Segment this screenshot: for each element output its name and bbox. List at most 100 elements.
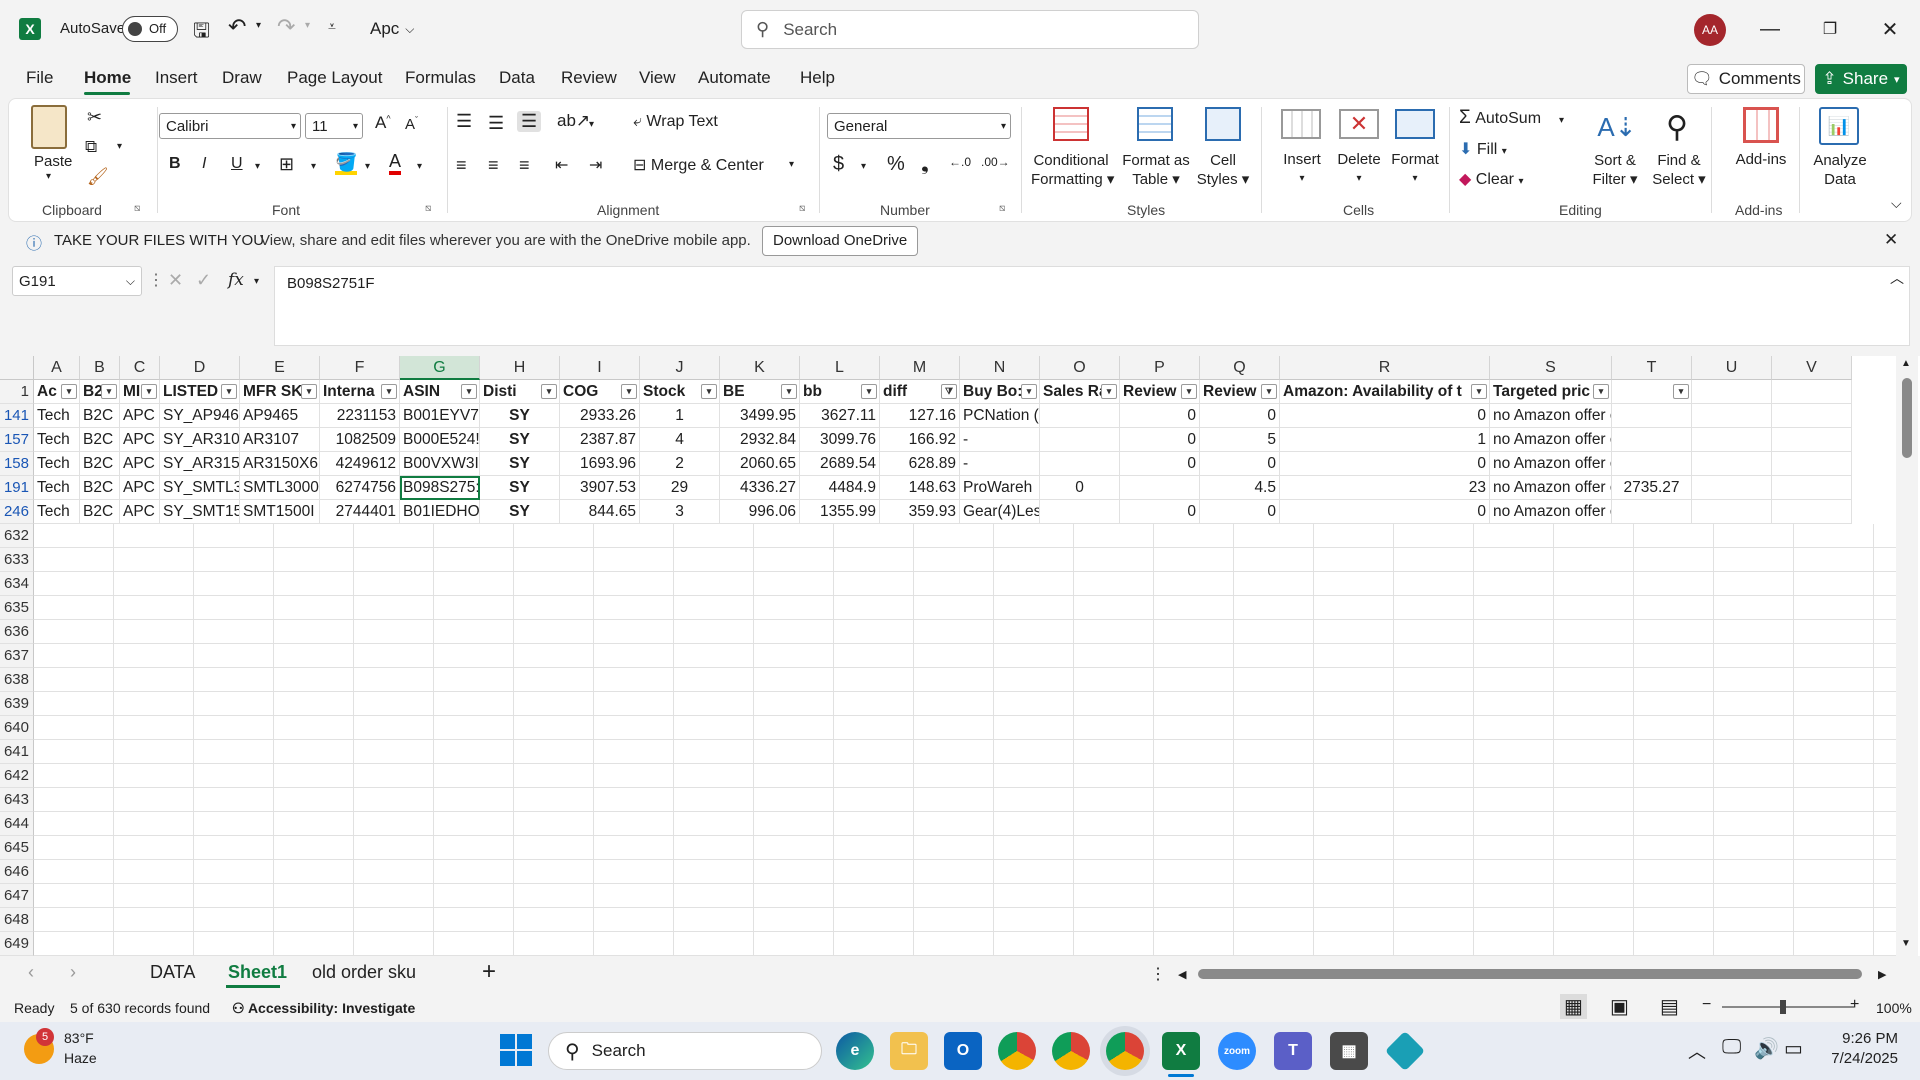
filter-dropdown-icon[interactable]: ▾ xyxy=(1471,384,1487,399)
row-header-637[interactable]: 637 xyxy=(0,644,34,668)
zoom-slider-thumb[interactable] xyxy=(1780,1000,1786,1014)
chevron-down-icon[interactable]: ▾ xyxy=(117,141,122,152)
table-cell[interactable]: 2689.54 xyxy=(800,452,880,476)
table-cell[interactable]: no Amazon offer exists xyxy=(1490,404,1612,428)
filter-dropdown-icon[interactable]: ▾ xyxy=(381,384,397,399)
table-cell[interactable]: PCNation ( xyxy=(960,404,1040,428)
collapse-formula-icon[interactable]: ︿ xyxy=(1890,268,1904,288)
table-cell[interactable]: SY xyxy=(480,452,560,476)
table-header-cell[interactable]: COG ▾ xyxy=(560,380,640,404)
accessibility-status[interactable]: ⚇ Accessibility: Investigate xyxy=(232,1000,415,1017)
table-cell[interactable]: 2387.87 xyxy=(560,428,640,452)
share-button[interactable]: ⇪ Share ▾ xyxy=(1815,64,1907,94)
table-header-cell[interactable]: Stock ▾ xyxy=(640,380,720,404)
table-header-cell[interactable]: LISTED ▾ xyxy=(160,380,240,404)
format-cells-icon[interactable] xyxy=(1395,109,1435,139)
table-cell[interactable]: no Amazon offer exists xyxy=(1490,500,1612,524)
insert-cells-button[interactable]: Insert ▾ xyxy=(1279,151,1325,185)
table-header-cell[interactable] xyxy=(1772,380,1852,404)
italic-icon[interactable]: I xyxy=(202,155,206,173)
table-header-cell[interactable]: Interna ▾ xyxy=(320,380,400,404)
table-cell[interactable]: B2C xyxy=(80,404,120,428)
avatar[interactable]: AA xyxy=(1694,14,1726,46)
table-cell[interactable]: 0 xyxy=(1200,452,1280,476)
table-header-cell[interactable]: MFR SK ▾ xyxy=(240,380,320,404)
chevron-down-icon[interactable]: ▾ xyxy=(789,159,794,170)
cell-styles-button[interactable]: Cell Styles ▾ xyxy=(1195,151,1251,189)
row-header-642[interactable]: 642 xyxy=(0,764,34,788)
empty-row[interactable] xyxy=(34,596,1896,620)
redo-dropdown-icon[interactable]: ▾ xyxy=(305,20,310,31)
paste-label[interactable]: Paste xyxy=(34,153,72,170)
filename[interactable]: Apc ⌵ xyxy=(370,19,414,39)
table-cell[interactable]: 4.5 xyxy=(1200,476,1280,500)
table-cell[interactable]: 0 xyxy=(1280,452,1490,476)
table-header-cell[interactable]: Sales Ra ▾ xyxy=(1040,380,1120,404)
table-cell[interactable]: 2744401 xyxy=(320,500,400,524)
column-header-p[interactable]: P xyxy=(1120,356,1200,380)
empty-row[interactable] xyxy=(34,764,1896,788)
table-cell[interactable]: B000E524! xyxy=(400,428,480,452)
dialog-launcher-icon[interactable]: ⧅ xyxy=(799,203,805,214)
table-cell[interactable]: 2 xyxy=(640,452,720,476)
table-cell[interactable]: SY xyxy=(480,428,560,452)
table-cell[interactable]: B2C xyxy=(80,428,120,452)
more-options-icon[interactable]: ⋮ xyxy=(148,270,164,290)
row-header-643[interactable]: 643 xyxy=(0,788,34,812)
row-header-639[interactable]: 639 xyxy=(0,692,34,716)
search-box[interactable]: ⚲ Search xyxy=(741,10,1199,49)
table-cell[interactable]: 0 xyxy=(1040,476,1120,500)
table-cell[interactable] xyxy=(1612,404,1692,428)
empty-row[interactable] xyxy=(34,860,1896,884)
table-cell[interactable]: SY xyxy=(480,476,560,500)
vertical-scroll-thumb[interactable] xyxy=(1902,378,1912,458)
column-header-a[interactable]: A xyxy=(34,356,80,380)
table-cell[interactable]: APC xyxy=(120,476,160,500)
analyze-data-icon[interactable]: 📊 xyxy=(1819,107,1859,145)
orientation-icon[interactable]: ab↗ xyxy=(557,111,590,131)
table-cell[interactable]: no Amazon offer exists xyxy=(1490,476,1612,500)
table-cell[interactable]: SY_SMTL3 xyxy=(160,476,240,500)
table-cell[interactable]: 1 xyxy=(640,404,720,428)
filter-dropdown-icon[interactable]: ▾ xyxy=(621,384,637,399)
table-cell[interactable] xyxy=(1040,428,1120,452)
filter-dropdown-icon[interactable]: ▾ xyxy=(221,384,237,399)
zoom-out-icon[interactable]: − xyxy=(1702,996,1711,1014)
row-header-647[interactable]: 647 xyxy=(0,884,34,908)
table-header-cell[interactable]: diff ⧩ xyxy=(880,380,960,404)
wrap-text-button[interactable]: ⤶ Wrap Text xyxy=(633,113,718,131)
table-cell[interactable]: 628.89 xyxy=(880,452,960,476)
battery-icon[interactable]: ▭ xyxy=(1784,1036,1803,1061)
decrease-indent-icon[interactable]: ⇤ xyxy=(555,155,568,175)
find-select-button[interactable]: Find & Select ▾ xyxy=(1649,151,1709,189)
name-box[interactable]: G191 ⌵ xyxy=(12,266,142,296)
table-cell[interactable]: 6274756 xyxy=(320,476,400,500)
outlook-icon[interactable]: O xyxy=(944,1032,982,1070)
table-cell[interactable]: 0 xyxy=(1120,404,1200,428)
column-header-d[interactable]: D xyxy=(160,356,240,380)
table-cell[interactable]: - xyxy=(960,452,1040,476)
table-header-cell[interactable] xyxy=(1692,380,1772,404)
show-hidden-icons-icon[interactable]: ︿ xyxy=(1688,1038,1706,1064)
delete-cells-icon[interactable]: ✕ xyxy=(1339,109,1379,139)
table-cell[interactable]: SY xyxy=(480,500,560,524)
sheet-tab-data[interactable]: DATA xyxy=(150,962,195,983)
column-header-k[interactable]: K xyxy=(720,356,800,380)
empty-row[interactable] xyxy=(34,692,1896,716)
menu-insert[interactable]: Insert xyxy=(155,68,198,88)
download-onedrive-button[interactable]: Download OneDrive xyxy=(762,226,919,256)
table-cell[interactable]: 5 xyxy=(1200,428,1280,452)
row-header-644[interactable]: 644 xyxy=(0,812,34,836)
menu-draw[interactable]: Draw xyxy=(222,68,262,88)
table-header-cell[interactable]: Buy Bo: ▾ xyxy=(960,380,1040,404)
table-cell[interactable]: SY_AP946! xyxy=(160,404,240,428)
font-size-select[interactable]: 11 ▾ xyxy=(305,113,363,139)
column-header-v[interactable]: V xyxy=(1772,356,1852,380)
align-top-icon[interactable]: ☰ xyxy=(456,111,472,132)
filter-dropdown-icon[interactable]: ▾ xyxy=(781,384,797,399)
row-header-640[interactable]: 640 xyxy=(0,716,34,740)
more-options-icon[interactable]: ⋮ xyxy=(1150,964,1166,984)
table-cell[interactable]: Tech xyxy=(34,428,80,452)
table-cell[interactable]: APC xyxy=(120,404,160,428)
table-cell[interactable] xyxy=(1772,500,1852,524)
